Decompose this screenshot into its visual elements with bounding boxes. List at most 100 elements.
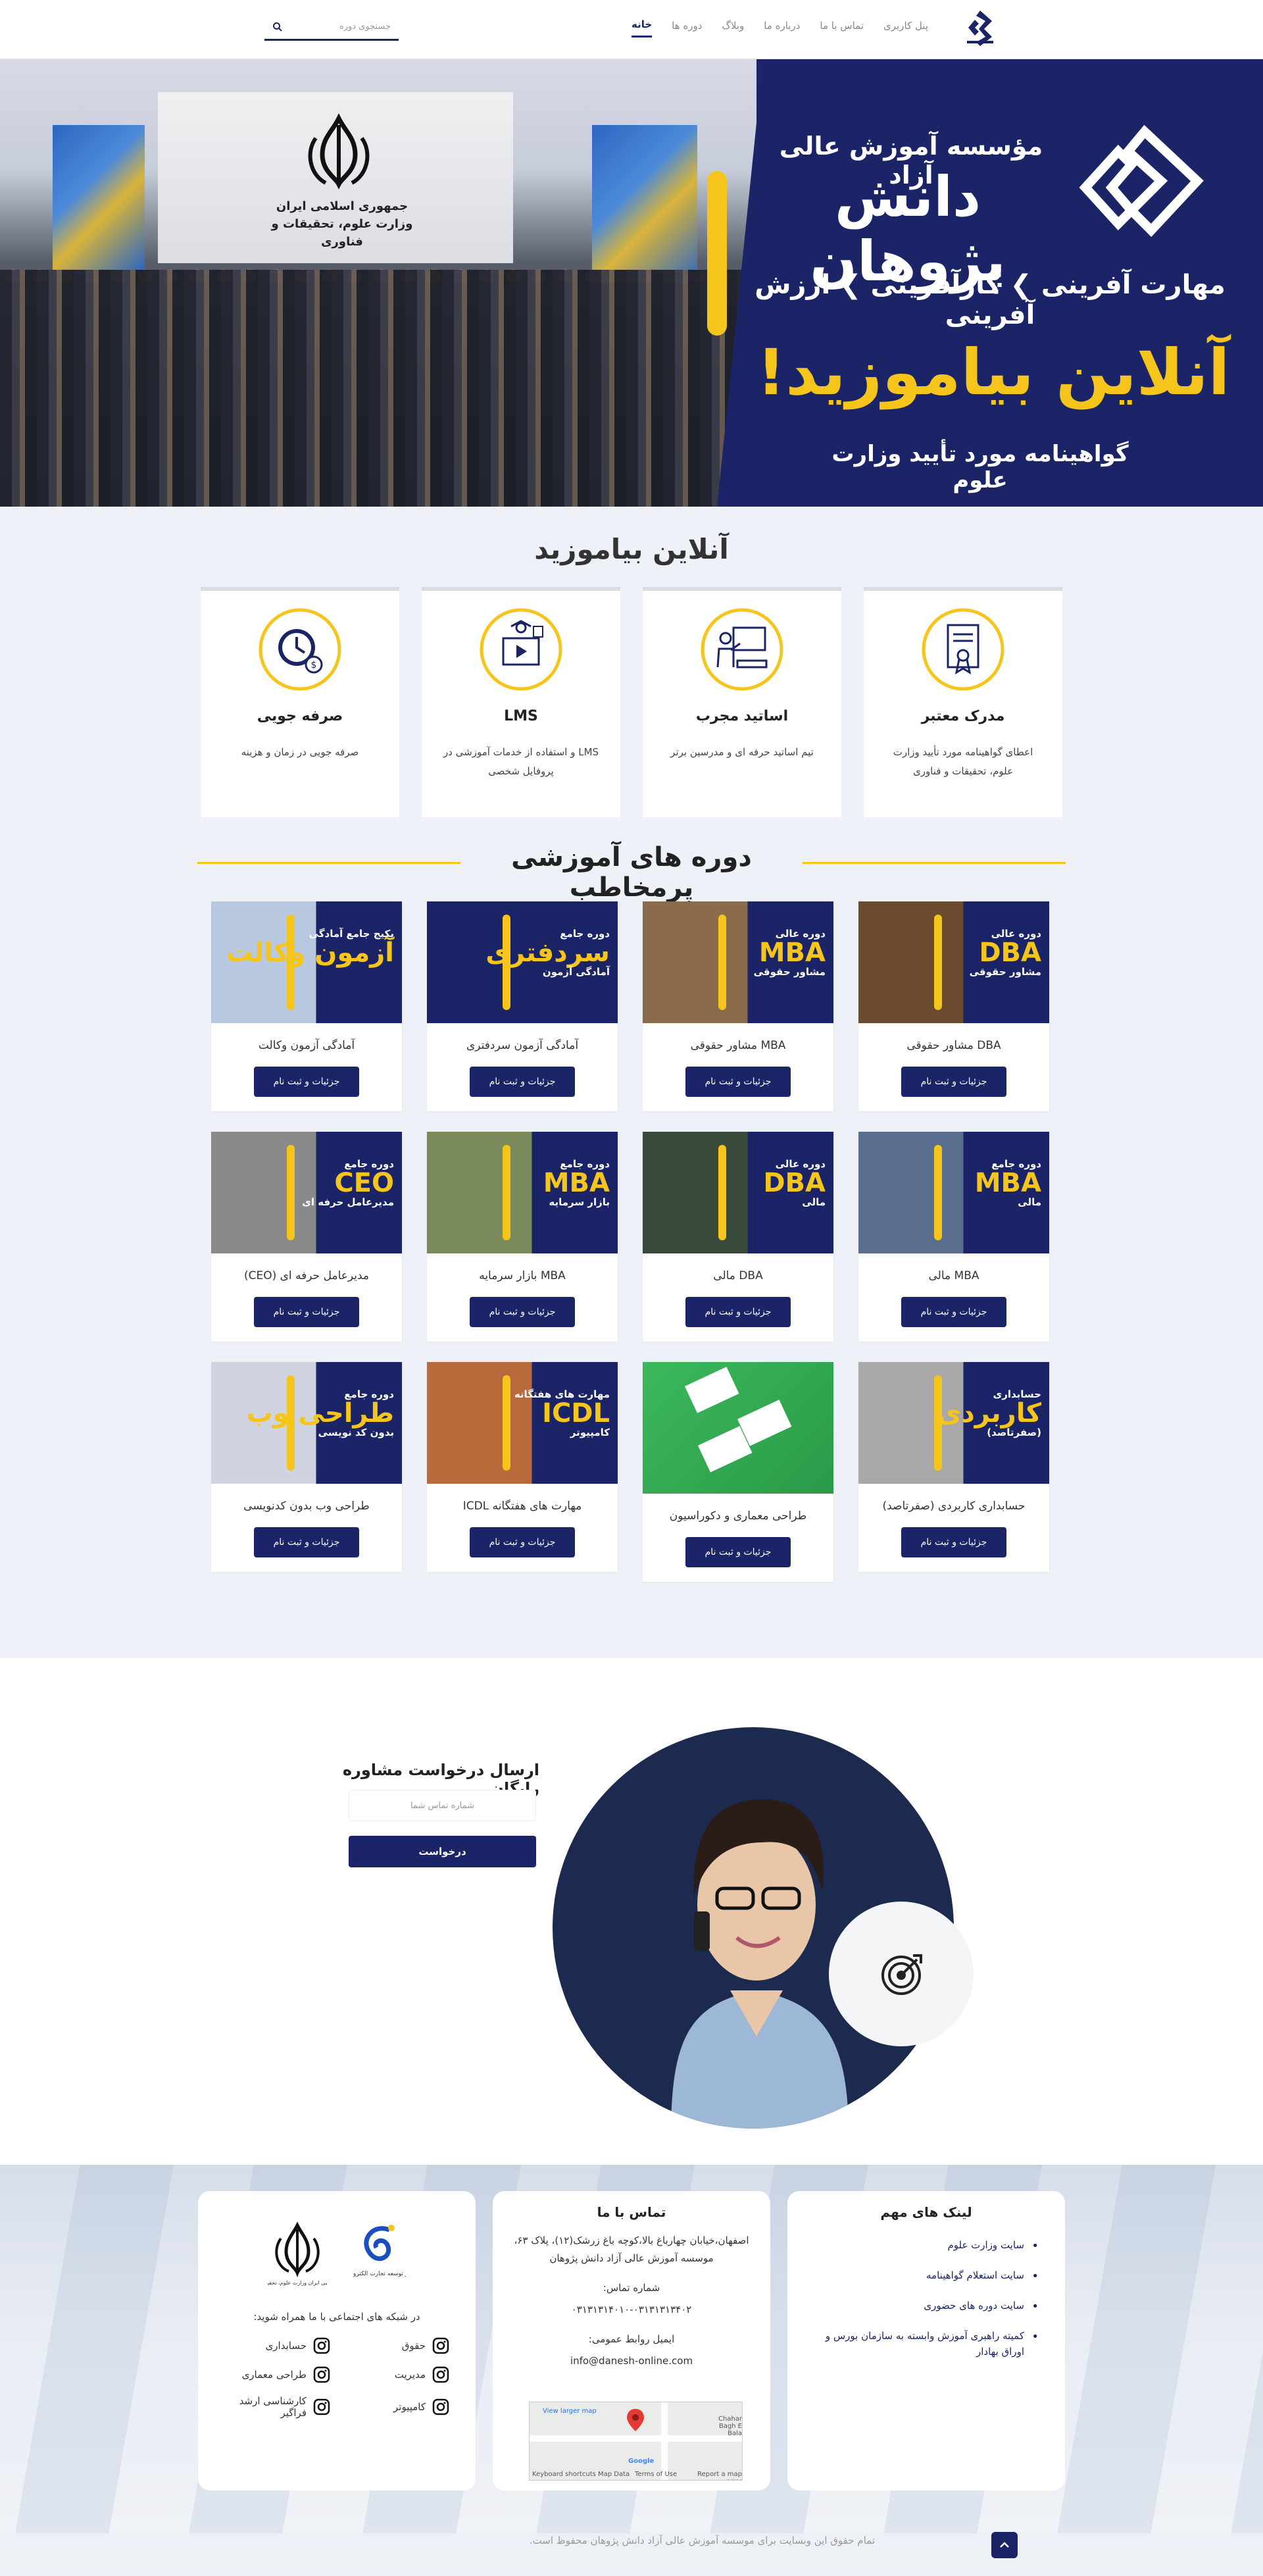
course-thumb-label: دوره جامع CEO مدیرعامل حرفه ای	[302, 1158, 394, 1208]
course-card[interactable]: حسابداری کاربردی (صفرتاصد) حسابداری کاربردی…	[858, 1362, 1049, 1572]
map-shortcuts[interactable]: Keyboard shortcuts	[532, 2471, 596, 2478]
chevron-up-icon	[1000, 2542, 1009, 2548]
course-title[interactable]: آمادگی آزمون سردفتری	[427, 1039, 618, 1053]
footer-link[interactable]: سایت وزارت علوم	[807, 2237, 1039, 2256]
course-register-button[interactable]: جزئیات و ثبت نام	[470, 1527, 575, 1557]
course-title[interactable]: MBA مالی	[858, 1269, 1049, 1284]
course-thumbnail[interactable]: دوره جامع MBA مالی	[858, 1132, 1049, 1253]
course-thumbnail[interactable]: دوره عالی MBA مشاور حقوقی	[643, 901, 833, 1023]
course-register-button[interactable]: جزئیات و ثبت نام	[685, 1067, 791, 1097]
course-register-button[interactable]: جزئیات و ثبت نام	[254, 1527, 359, 1557]
social-link[interactable]: مدیریت	[343, 2366, 449, 2383]
scroll-top-button[interactable]	[991, 2532, 1018, 2558]
hero-photo: جمهوری اسلامی ایران وزارت علوم، تحقیقات و…	[0, 59, 756, 507]
courses-header: دوره های آموزشی پرمخاطب	[0, 822, 1263, 903]
course-thumbnail[interactable]: دوره عالی DBA مشاور حقوقی	[858, 901, 1049, 1023]
footer-link[interactable]: کمیته راهبری آموزش وابسته به سازمان بورس…	[807, 2328, 1039, 2360]
course-register-button[interactable]: جزئیات و ثبت نام	[470, 1067, 575, 1097]
nav-courses[interactable]: دوره ها	[672, 20, 702, 37]
email-label: ایمیل روابط عمومی:	[588, 2333, 675, 2345]
footer-link[interactable]: سایت استعلام گواهینامه	[807, 2267, 1039, 2286]
course-card[interactable]: دوره عالی MBA مشاور حقوقی MBA مشاور حقوقی جز…	[643, 901, 833, 1111]
social-link[interactable]: طراحی معماری	[224, 2366, 330, 2383]
course-title[interactable]: آمادگی آزمون وکالت	[211, 1039, 402, 1053]
map-data[interactable]: Map Data	[598, 2471, 630, 2478]
course-register-button[interactable]: جزئیات و ثبت نام	[254, 1297, 359, 1327]
social-title: در شبکه های اجتماعی با ما همراه شوید:	[253, 2311, 420, 2323]
course-register-button[interactable]: جزئیات و ثبت نام	[901, 1527, 1006, 1557]
course-thumb-sm2: مدیرعامل حرفه ای	[302, 1196, 394, 1208]
course-title[interactable]: DBA مالی	[643, 1269, 833, 1284]
search-input[interactable]: جستجوی دوره	[264, 14, 399, 41]
course-title[interactable]: MBA مشاور حقوقی	[643, 1039, 833, 1053]
course-thumbnail[interactable]: دوره عالی DBA مالی	[643, 1132, 833, 1253]
course-card[interactable]: مهارت های هفتگانه ICDL کامپیوتر مهارت های ه…	[427, 1362, 618, 1572]
course-card[interactable]: دوره جامع سردفتری آمادگی آزمون آمادگی آزمون…	[427, 901, 618, 1111]
course-title[interactable]: طراحی معماری و دکوراسیون	[643, 1509, 833, 1524]
course-thumbnail[interactable]	[643, 1362, 833, 1494]
nav-blog[interactable]: وبلاگ	[722, 20, 744, 37]
course-title[interactable]: DBA مشاور حقوقی	[858, 1039, 1049, 1053]
course-thumbnail[interactable]: دوره جامع MBA بازار سرمایه	[427, 1132, 618, 1253]
social-link[interactable]: کارشناسی ارشد فراگیر	[224, 2395, 330, 2419]
time-saving-icon: $	[259, 608, 341, 691]
course-thumbnail[interactable]: دوره جامع CEO مدیرعامل حرفه ای	[211, 1132, 402, 1253]
course-register-button[interactable]: جزئیات و ثبت نام	[685, 1297, 791, 1327]
course-card[interactable]: دوره عالی DBA مالی DBA مالی جزئیات و ثبت نام	[643, 1132, 833, 1342]
social-link[interactable]: حسابداری	[224, 2337, 330, 2354]
instagram-icon	[313, 2398, 330, 2415]
course-title[interactable]: حسابداری کاربردی (صفرتاصد)	[858, 1500, 1049, 1514]
course-title[interactable]: MBA بازار سرمایه	[427, 1269, 618, 1284]
feature-title: اساتید مجرب	[695, 708, 789, 724]
email-link[interactable]: info@danesh-online.com	[512, 2352, 751, 2370]
hero-headline: آنلاین بیاموزید!	[756, 336, 1230, 409]
course-thumbnail[interactable]: حسابداری کاربردی (صفرتاصد)	[858, 1362, 1049, 1484]
social-link[interactable]: حقوق	[343, 2337, 449, 2354]
course-thumb-label: مهارت های هفتگانه ICDL کامپیوتر	[514, 1388, 610, 1438]
course-thumb-big: کاربردی	[937, 1398, 1041, 1428]
course-card[interactable]: دوره جامع طراحی وب بدون کد نویسی طراحی وب ب…	[211, 1362, 402, 1572]
course-register-button[interactable]: جزئیات و ثبت نام	[470, 1297, 575, 1327]
course-card[interactable]: دوره جامع CEO مدیرعامل حرفه ای مدیرعامل حرف…	[211, 1132, 402, 1342]
nav-about[interactable]: درباره ما	[764, 20, 800, 37]
phone-field[interactable]: شماره تماس شما	[349, 1790, 536, 1821]
request-button[interactable]: درخواست	[349, 1836, 536, 1867]
course-card[interactable]: دوره جامع MBA بازار سرمایه MBA بازار سرمایه…	[427, 1132, 618, 1342]
nav-contact[interactable]: تماس با ما	[820, 20, 864, 37]
map-terms[interactable]: Terms of Use	[635, 2471, 677, 2478]
course-register-button[interactable]: جزئیات و ثبت نام	[901, 1297, 1006, 1327]
enamad-logo-icon[interactable]: مرکز توسعه تجارت الکترونیکی	[353, 2220, 406, 2292]
course-register-button[interactable]: جزئیات و ثبت نام	[685, 1537, 791, 1567]
feature-text: صرفه جویی در زمان و هزینه	[241, 746, 359, 758]
social-link[interactable]: کامپیوتر	[343, 2395, 449, 2419]
course-card[interactable]: دوره جامع MBA مالی MBA مالی جزئیات و ثبت نام	[858, 1132, 1049, 1342]
course-thumbnail[interactable]: پکیج جامع آمادگی آزمون وکالت	[211, 901, 402, 1023]
map-larger-link[interactable]: View larger map	[543, 2408, 597, 2415]
course-title[interactable]: مدیرعامل حرفه ای (CEO)	[211, 1269, 402, 1284]
course-card[interactable]: دوره عالی DBA مشاور حقوقی DBA مشاور حقوقی جز…	[858, 901, 1049, 1111]
site-logo[interactable]	[960, 8, 1000, 49]
course-thumbnail[interactable]: مهارت های هفتگانه ICDL کامپیوتر	[427, 1362, 618, 1484]
ministry-logo-icon[interactable]: جمهوری اسلامی ایران وزارت علوم، تحقیقات …	[268, 2220, 327, 2292]
course-title[interactable]: طراحی وب بدون کدنویسی	[211, 1500, 402, 1514]
location-map[interactable]: View larger map Google Chahar Bagh E Bal…	[529, 2402, 743, 2481]
copyright-text: تمام حقوق این وبسایت برای موسسه آموزش عا…	[529, 2535, 875, 2546]
course-card[interactable]: پکیج جامع آمادگی آزمون وکالت آمادگی آزمون …	[211, 901, 402, 1111]
map-report[interactable]: Report a map error	[681, 2471, 742, 2480]
course-card[interactable]: طراحی معماری و دکوراسیون جزئیات و ثبت نام	[643, 1362, 833, 1582]
course-thumbnail[interactable]: دوره جامع طراحی وب بدون کد نویسی	[211, 1362, 402, 1484]
course-thumb-label: دوره جامع طراحی وب بدون کد نویسی	[246, 1388, 394, 1438]
course-register-button[interactable]: جزئیات و ثبت نام	[254, 1067, 359, 1097]
course-title[interactable]: مهارت های هفتگانه ICDL	[427, 1500, 618, 1514]
course-thumbnail[interactable]: دوره جامع سردفتری آمادگی آزمون	[427, 901, 618, 1023]
search-icon[interactable]	[272, 22, 283, 32]
nav-home[interactable]: خانه	[632, 18, 653, 38]
phone-numbers[interactable]: ۰۳۱۳۱۳۱۴۰۱۰-۰۳۱۳۱۳۱۳۴۰۲	[512, 2301, 751, 2319]
course-register-button[interactable]: جزئیات و ثبت نام	[901, 1067, 1006, 1097]
svg-text:$: $	[311, 660, 317, 670]
target-badge	[829, 1902, 974, 2046]
map-street-label: Chahar Bagh E Bala	[718, 2415, 742, 2437]
hero-banner[interactable]: جمهوری اسلامی ایران وزارت علوم، تحقیقات و…	[0, 59, 1263, 507]
footer-link[interactable]: سایت دوره های حضوری	[807, 2298, 1039, 2317]
nav-user-panel[interactable]: پنل کاربری	[883, 20, 928, 37]
